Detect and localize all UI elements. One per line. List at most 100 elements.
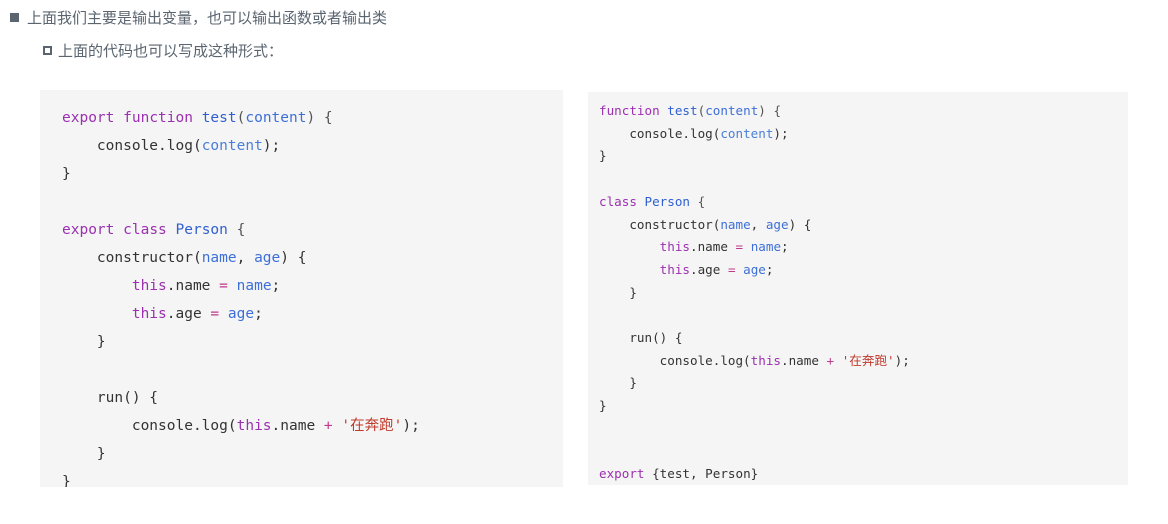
code-token: export	[62, 110, 115, 126]
code-line: run() {	[599, 327, 1128, 350]
code-line: }	[62, 468, 563, 487]
code-line: function test(content) {	[599, 100, 1128, 123]
code-token: content	[245, 110, 307, 126]
code-token: content	[201, 138, 263, 154]
code-line: console.log(this.name + '在奔跑');	[62, 412, 563, 440]
code-token: console.log(	[62, 418, 237, 434]
code-token: ,	[750, 216, 766, 232]
filled-square-bullet-icon	[10, 13, 19, 22]
bullet-item-1: 上面的代码也可以写成这种形式：	[0, 29, 1168, 62]
code-token: .name	[166, 278, 220, 294]
code-token: age	[227, 306, 255, 322]
code-token: .age	[166, 306, 211, 322]
code-line: console.log(content);	[62, 132, 563, 160]
code-line: }	[599, 395, 1128, 418]
code-token: name	[750, 239, 782, 255]
code-token: function	[599, 103, 660, 118]
code-token: export	[62, 222, 115, 238]
code-line: }	[599, 282, 1128, 305]
code-token: age	[254, 250, 281, 266]
code-token: ) {	[306, 110, 333, 126]
code-token: }	[599, 375, 637, 391]
code-line: constructor(name, age) {	[599, 214, 1128, 237]
code-token: this	[659, 261, 691, 277]
code-line: export class Person {	[62, 216, 563, 244]
code-line: this.name = name;	[62, 272, 563, 300]
code-block-export-inline: export function test(content) { console.…	[40, 90, 563, 487]
code-token: .age	[690, 261, 728, 277]
code-token: ) {	[758, 103, 782, 118]
code-token: console.log(	[599, 125, 721, 141]
code-token: );	[402, 418, 420, 434]
code-token: console.log(	[62, 138, 202, 154]
code-token: ;	[271, 278, 281, 294]
bullet-item-0-label: 上面我们主要是输出变量，也可以输出函数或者输出类	[27, 10, 388, 27]
code-token: this	[659, 239, 691, 255]
code-token: =	[210, 306, 220, 322]
code-token: this	[131, 306, 167, 322]
code-token: name	[236, 278, 272, 294]
code-token: );	[773, 125, 789, 141]
code-token: {	[227, 222, 246, 238]
code-token: =	[727, 261, 736, 277]
bullet-list: 上面我们主要是输出变量，也可以输出函数或者输出类 上面的代码也可以写成这种形式：	[0, 0, 1168, 62]
code-token: ,	[236, 250, 255, 266]
code-token: name	[720, 216, 751, 232]
code-token: );	[894, 352, 910, 368]
code-token: Person	[644, 193, 691, 209]
code-token: .name	[781, 352, 827, 368]
code-token: test	[201, 110, 237, 126]
code-line: this.age = age;	[599, 259, 1128, 282]
code-line: run() {	[62, 384, 563, 412]
code-line: constructor(name, age) {	[62, 244, 563, 272]
code-token: +	[826, 352, 835, 368]
code-token: class	[599, 193, 637, 209]
code-token: =	[219, 278, 228, 294]
hollow-square-bullet-icon	[43, 46, 52, 55]
code-token: }	[62, 334, 106, 350]
code-token: content	[705, 103, 759, 118]
code-token: +	[323, 418, 333, 434]
code-line: }	[599, 145, 1128, 168]
code-token: .name	[271, 418, 324, 434]
code-token: }	[599, 148, 607, 164]
code-line: }	[62, 440, 563, 468]
code-token: function	[123, 110, 193, 126]
code-token: run() {	[599, 330, 683, 346]
code-token: '在奔跑'	[841, 352, 895, 368]
code-token: }	[599, 284, 637, 300]
code-token: class	[123, 222, 167, 238]
code-token: ;	[765, 261, 774, 277]
code-token: ;	[781, 239, 789, 255]
code-line: export function test(content) {	[62, 104, 563, 132]
code-token: }	[599, 398, 607, 414]
code-token: '在奔跑'	[341, 418, 403, 434]
code-line: this.name = name;	[599, 236, 1128, 259]
code-token: {test, Person}	[644, 466, 759, 482]
code-token: .name	[690, 239, 736, 255]
code-token: ) {	[788, 216, 812, 232]
code-token: }	[62, 446, 106, 462]
code-token: console.log(	[599, 352, 751, 368]
code-token: this	[750, 352, 781, 368]
code-token: content	[720, 125, 774, 141]
code-line: class Person {	[599, 191, 1128, 214]
code-token: test	[667, 103, 698, 118]
code-token: Person	[175, 222, 228, 238]
code-line: export {test, Person}	[599, 463, 1128, 485]
